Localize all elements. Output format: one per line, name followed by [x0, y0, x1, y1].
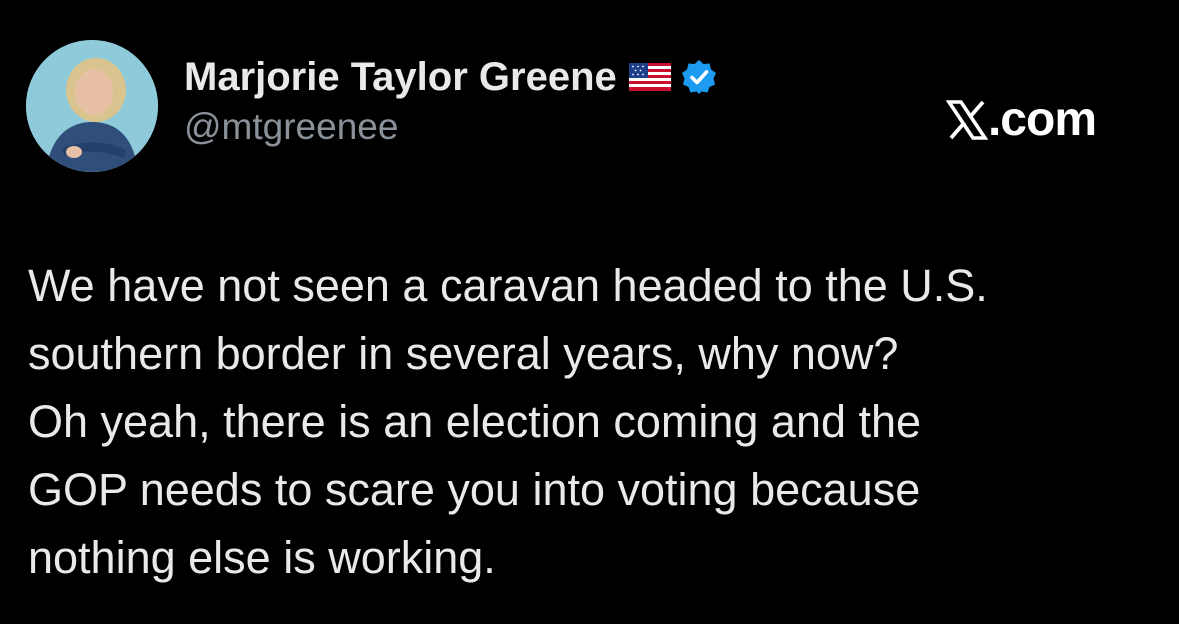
us-flag-icon	[628, 63, 671, 91]
x-logo-icon	[945, 99, 989, 141]
user-block: Marjorie Taylor Greene @mtgreenee	[184, 52, 717, 148]
tweet-header: Marjorie Taylor Greene @mtgreenee .com	[26, 40, 1156, 172]
tweet-text-line: We have not seen a caravan headed to the…	[28, 260, 988, 311]
tweet-text-line: nothing else is working.	[28, 532, 496, 583]
display-name[interactable]: Marjorie Taylor Greene	[184, 55, 617, 100]
tweet-text-line: southern border in several years, why no…	[28, 328, 899, 379]
tweet-text-line: GOP needs to scare you into voting becau…	[28, 464, 921, 515]
tweet-card: Marjorie Taylor Greene @mtgreenee .com W…	[0, 0, 1179, 624]
tweet-text-line: Oh yeah, there is an election coming and…	[28, 396, 922, 447]
verified-icon[interactable]	[681, 59, 717, 95]
avatar-image	[26, 40, 158, 172]
site-label-text: .com	[987, 93, 1097, 146]
tweet-body: We have not seen a caravan headed to the…	[28, 252, 1148, 592]
site-label: .com	[945, 92, 1097, 147]
handle[interactable]: @mtgreenee	[184, 106, 717, 148]
avatar[interactable]	[26, 40, 158, 172]
display-name-row: Marjorie Taylor Greene	[184, 52, 717, 102]
